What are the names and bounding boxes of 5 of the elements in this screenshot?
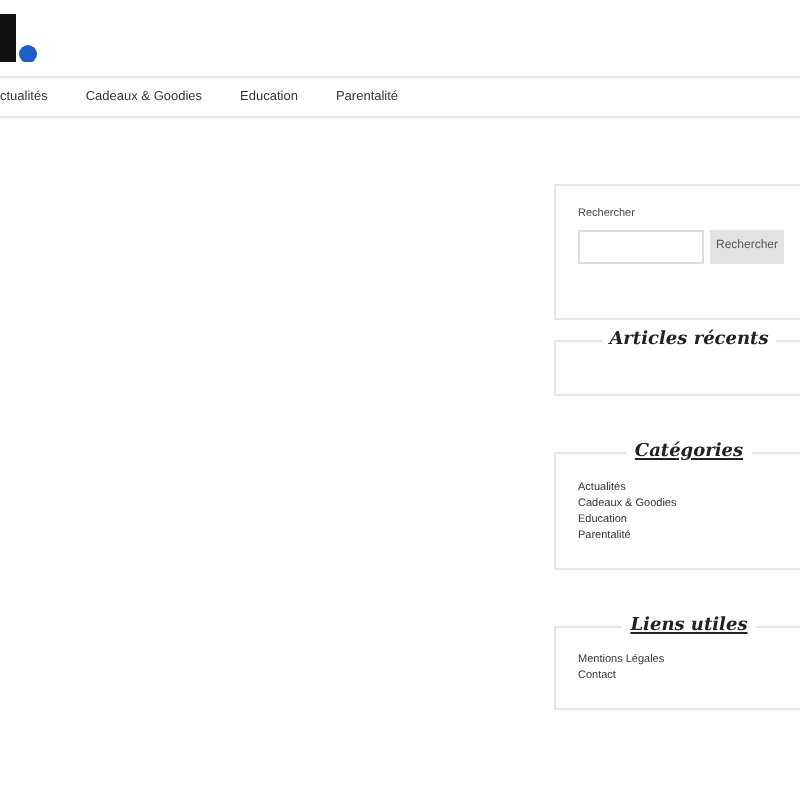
widget-title: Articles récents [606, 328, 771, 354]
widget-title[interactable]: Liens utiles [622, 613, 756, 640]
widget-title[interactable]: Catégories [626, 440, 752, 467]
search-field[interactable] [578, 230, 704, 265]
logo-icon [0, 14, 38, 62]
